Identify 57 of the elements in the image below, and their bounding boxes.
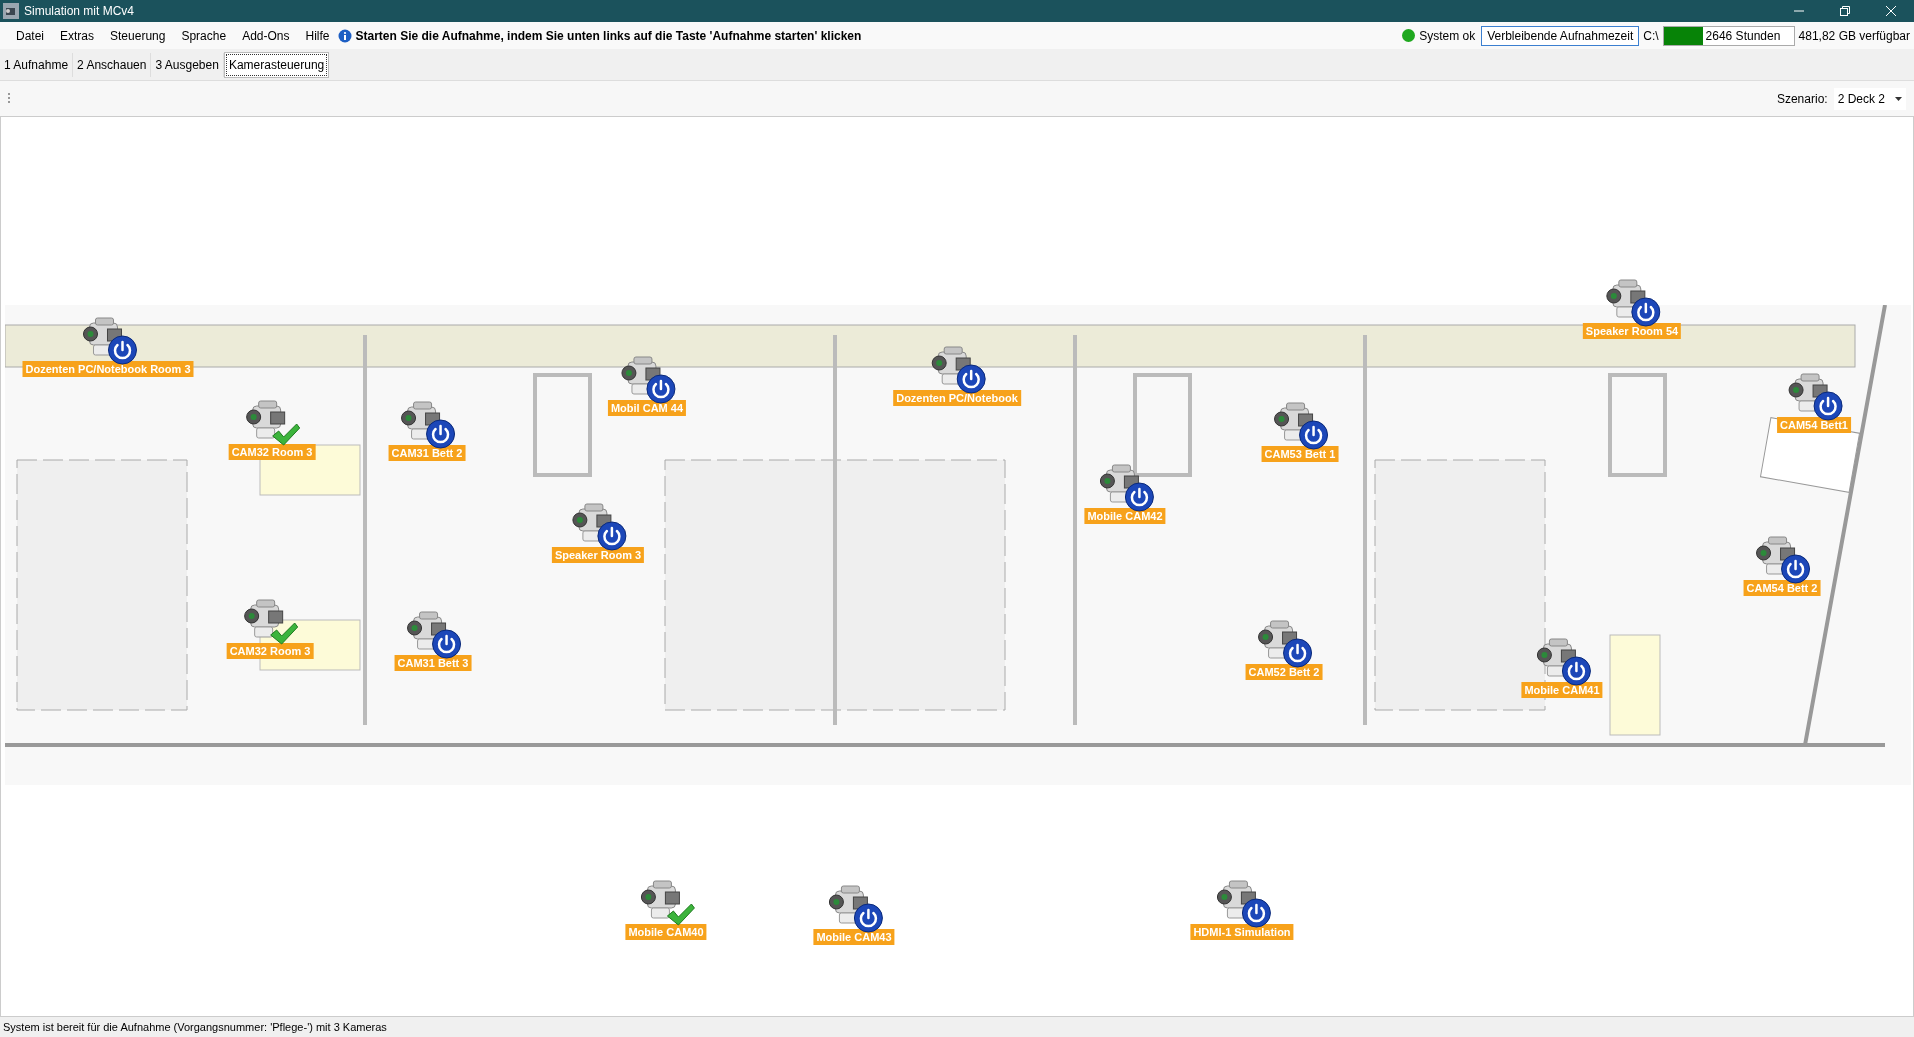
camera-label[interactable]: CAM54 Bett 2 [1743,580,1821,596]
menu-item[interactable]: Datei [8,24,52,47]
camcorder-icon [639,878,683,920]
power-icon[interactable] [646,374,676,404]
power-icon[interactable] [1124,482,1154,512]
power-icon[interactable] [107,335,137,365]
caret-icon [1895,96,1902,101]
grip-icon [8,93,11,104]
power-icon[interactable] [1241,898,1271,928]
camera-label[interactable]: CAM32 Room 3 [228,444,316,460]
camera-label[interactable]: Dozenten PC/Notebook [893,390,1021,406]
camera-label[interactable]: Speaker Room 3 [551,547,645,563]
restore-icon[interactable] [1840,6,1850,16]
power-icon[interactable] [956,364,986,394]
camera-label[interactable]: CAM31 Bett 2 [388,445,466,461]
menu-item[interactable]: Steuerung [102,24,174,47]
camera-label[interactable]: Mobile CAM42 [1084,508,1166,524]
menu-item[interactable]: Hilfe [297,24,338,47]
close-icon[interactable] [1886,6,1896,16]
scenario-label: Szenario: [1776,91,1828,106]
camera-label[interactable]: CAM54 Bett1 [1777,417,1851,433]
free-space: 481,82 GB verfügbar [1798,28,1910,43]
power-icon[interactable] [1283,638,1313,668]
power-icon[interactable] [597,521,627,551]
power-icon[interactable] [1781,554,1811,584]
drive-label: C:\ [1643,28,1659,43]
menu-item[interactable]: Extras [52,24,103,47]
power-icon[interactable] [1813,391,1843,421]
info-icon [337,28,352,43]
system-status: System ok [1419,28,1476,43]
camera-label[interactable]: CAM53 Bett 1 [1261,446,1339,462]
power-icon[interactable] [1561,656,1591,686]
camera-label[interactable]: Mobil CAM 44 [607,400,687,416]
camera-label[interactable]: HDMI-1 Simulation [1190,924,1294,940]
tab[interactable]: Kamerasteuerung [223,51,330,78]
power-icon[interactable] [1631,297,1661,327]
info-message: Starten Sie die Aufnahme, indem Sie unten links auf die Taste 'Aufnahme starten' klicken [355,28,862,43]
hours-text: 2646 Stunden [1704,28,1781,43]
camera-label[interactable]: Speaker Room 54 [1582,323,1682,339]
status-message: System ist bereit für die Aufnahme (Vorgangsnummer: 'Pflege-') mit 3 Kameras [3,1021,387,1033]
camera-label[interactable]: CAM31 Bett 3 [394,655,472,671]
menu-item[interactable]: Add-Ons [234,24,298,47]
camera-label[interactable]: Mobile CAM41 [1521,682,1603,698]
remaining-time-button[interactable]: Verbleibende Aufnahmezeit [1481,25,1640,46]
camera-label[interactable]: Dozenten PC/Notebook Room 3 [22,361,194,377]
camera-label[interactable]: CAM32 Room 3 [226,643,314,659]
window-title: Simulation mit MCv4 [24,4,136,18]
camera-label[interactable]: Mobile CAM40 [625,924,707,940]
power-icon[interactable] [853,903,883,933]
scenario-dropdown[interactable]: 2 Deck 2 [1833,87,1906,110]
camera-label[interactable]: Mobile CAM43 [813,929,895,945]
power-icon[interactable] [432,629,462,659]
menu-item[interactable]: Sprache [173,24,235,47]
app-icon [3,3,19,19]
power-icon[interactable] [426,419,456,449]
power-icon[interactable] [1299,420,1329,450]
camera-label[interactable]: CAM52 Bett 2 [1245,664,1323,680]
